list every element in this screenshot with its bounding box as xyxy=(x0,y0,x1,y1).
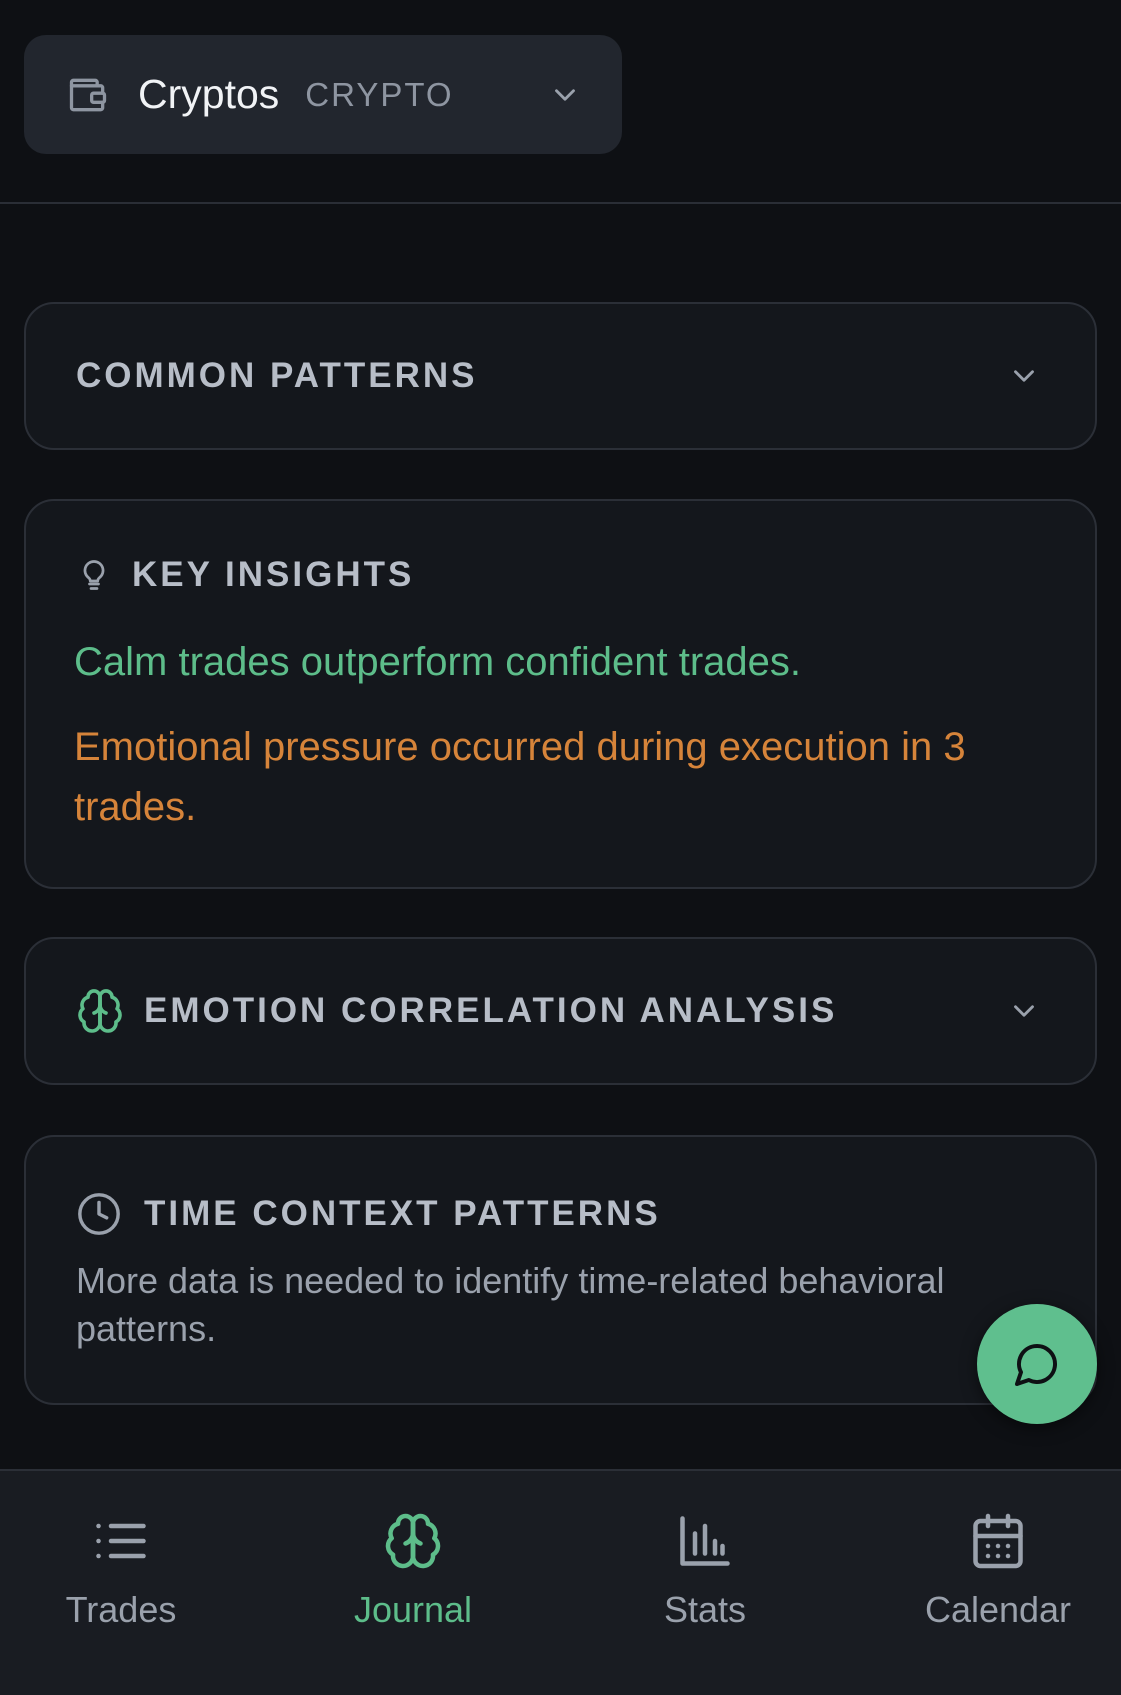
common-patterns-section[interactable]: COMMON PATTERNS xyxy=(24,302,1097,450)
nav-item-journal[interactable]: Journal xyxy=(288,1511,538,1631)
emotion-correlation-header: EMOTION CORRELATION ANALYSIS xyxy=(76,939,837,1083)
emotion-correlation-section[interactable]: EMOTION CORRELATION ANALYSIS xyxy=(24,937,1097,1085)
message-circle-icon xyxy=(1015,1344,1057,1386)
time-context-section: TIME CONTEXT PATTERNS More data is neede… xyxy=(24,1135,1097,1405)
chevron-down-icon xyxy=(555,88,575,101)
key-insights-title: KEY INSIGHTS xyxy=(132,555,415,594)
time-context-header: TIME CONTEXT PATTERNS xyxy=(76,1189,661,1239)
nav-item-calendar[interactable]: Calendar xyxy=(873,1511,1121,1631)
brain-icon xyxy=(385,1513,441,1569)
calendar-icon xyxy=(973,1513,1023,1569)
warning-insight: Emotional pressure occurred during execu… xyxy=(74,725,966,829)
common-patterns-header: COMMON PATTERNS xyxy=(76,304,477,448)
account-type-badge: CRYPTO xyxy=(305,75,454,113)
wallet-icon xyxy=(69,78,107,111)
list-icon xyxy=(96,1523,146,1559)
common-patterns-title: COMMON PATTERNS xyxy=(76,356,478,395)
positive-insight: Calm trades outperform confident trades. xyxy=(74,640,802,684)
key-insights-header: KEY INSIGHTS xyxy=(76,553,414,597)
time-context-title: TIME CONTEXT PATTERNS xyxy=(144,1194,661,1233)
nav-item-trades[interactable]: Trades xyxy=(0,1511,246,1631)
nav-item-stats[interactable]: Stats xyxy=(580,1511,830,1631)
nav-label-journal: Journal xyxy=(353,1589,473,1630)
header-divider xyxy=(0,202,1121,204)
clock-icon xyxy=(78,1193,120,1235)
chevron-down-icon[interactable] xyxy=(1007,359,1041,393)
chat-button[interactable] xyxy=(977,1304,1097,1424)
nav-label-trades: Trades xyxy=(65,1589,177,1630)
lightbulb-icon xyxy=(83,560,105,590)
bottom-navigation: Trades Journal Stats Calendar xyxy=(0,1469,1121,1695)
account-name: Cryptos xyxy=(138,71,280,117)
brain-icon xyxy=(78,989,122,1033)
time-context-message: More data is needed to identify time-rel… xyxy=(76,1260,945,1349)
nav-label-calendar: Calendar xyxy=(924,1589,1072,1630)
emotion-correlation-title: EMOTION CORRELATION ANALYSIS xyxy=(144,991,838,1030)
account-selector[interactable]: Cryptos CRYPTO xyxy=(24,35,622,154)
bar-chart-icon xyxy=(680,1516,730,1566)
journal-page: Cryptos CRYPTO COMMON PATTERNS KEY INSIG… xyxy=(0,0,1121,1695)
chevron-down-icon[interactable] xyxy=(1007,994,1041,1028)
nav-label-stats: Stats xyxy=(663,1589,747,1630)
